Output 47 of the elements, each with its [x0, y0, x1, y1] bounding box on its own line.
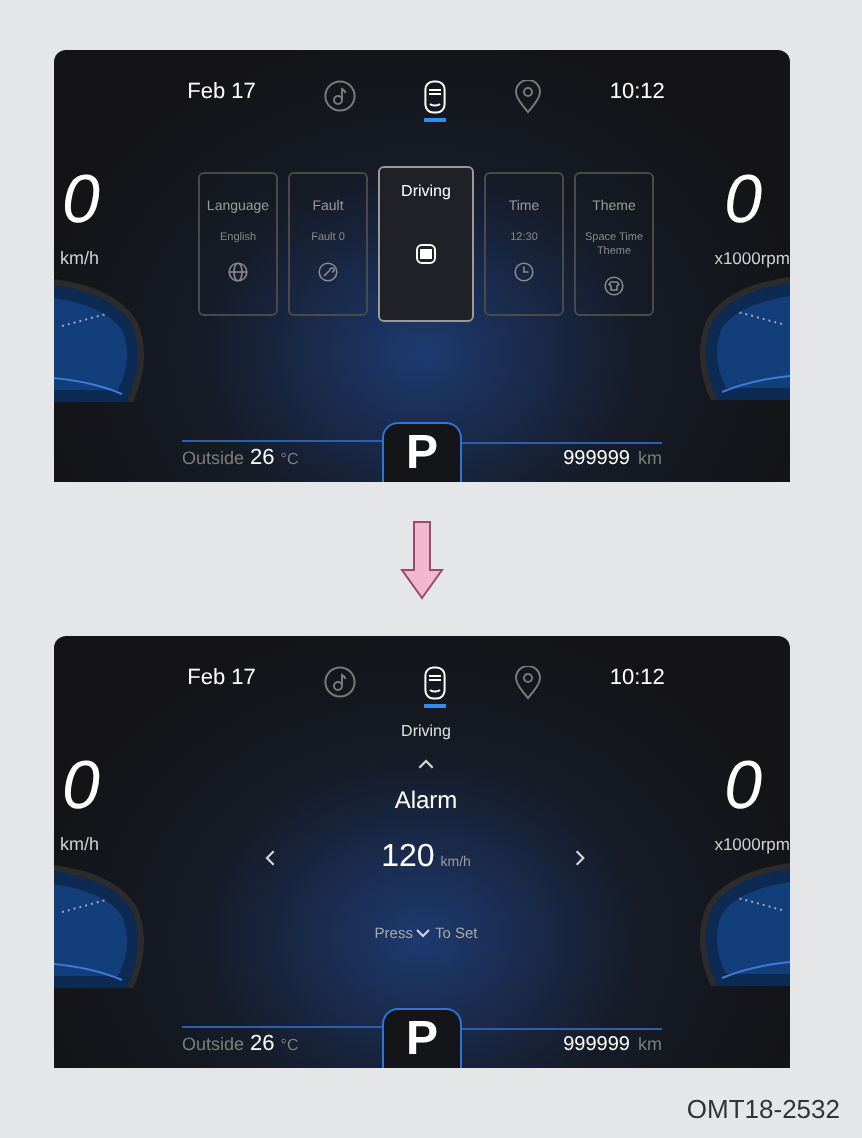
rpm-unit: x1000rpm — [714, 832, 790, 858]
speed-value: 0 — [60, 752, 102, 820]
outside-temperature: 26 — [250, 443, 275, 473]
wrench-icon — [318, 261, 338, 281]
odometer-unit: km — [638, 446, 662, 472]
date-text: Feb 17 — [187, 663, 256, 694]
alarm-speed-value: 120 — [381, 838, 435, 878]
odometer-value: 999999 — [563, 446, 630, 474]
location-pin-icon[interactable] — [513, 665, 542, 699]
car-icon[interactable] — [423, 665, 446, 699]
rpm-unit: x1000rpm — [714, 246, 790, 272]
clock-text: 10:12 — [609, 663, 665, 694]
music-icon[interactable] — [323, 80, 356, 112]
setting-name: Alarm — [394, 784, 458, 818]
speed-unit: km/h — [58, 246, 102, 272]
speed-unit: km/h — [58, 832, 102, 858]
gauge-drawing — [694, 861, 790, 986]
clock-icon — [514, 261, 534, 281]
date-text: Feb 17 — [187, 77, 256, 108]
rpm-value: 0 — [724, 166, 764, 234]
square-icon — [416, 244, 436, 264]
card-label: Driving — [401, 180, 451, 204]
globe-icon — [228, 261, 248, 281]
menu-card[interactable]: Driving — [378, 166, 474, 322]
gauge-drawing — [54, 863, 150, 987]
temperature-unit: °C — [280, 1033, 299, 1057]
gear-indicator: P — [382, 422, 462, 482]
outside-temperature: 26 — [250, 1029, 275, 1059]
menu-title: Driving — [401, 720, 451, 744]
odometer-unit: km — [638, 1032, 662, 1058]
gauge-drawing — [694, 275, 790, 400]
clock-text: 10:12 — [609, 77, 665, 108]
down-arrow-icon — [400, 519, 444, 599]
gauge-drawing — [54, 277, 150, 401]
speed-value: 0 — [60, 166, 102, 234]
outside-label: Outside — [182, 1031, 245, 1057]
location-pin-icon[interactable] — [513, 79, 542, 113]
temperature-unit: °C — [280, 447, 299, 471]
odometer-value: 999999 — [563, 1032, 630, 1060]
music-icon[interactable] — [323, 666, 356, 698]
outside-label: Outside — [182, 445, 245, 471]
shirt-icon — [604, 275, 624, 295]
chevron-down-icon — [414, 924, 433, 943]
figure-code: OMT18-2532 — [686, 1091, 840, 1127]
gear-indicator: P — [382, 1008, 462, 1068]
car-icon[interactable] — [423, 79, 446, 113]
rpm-value: 0 — [724, 752, 764, 820]
